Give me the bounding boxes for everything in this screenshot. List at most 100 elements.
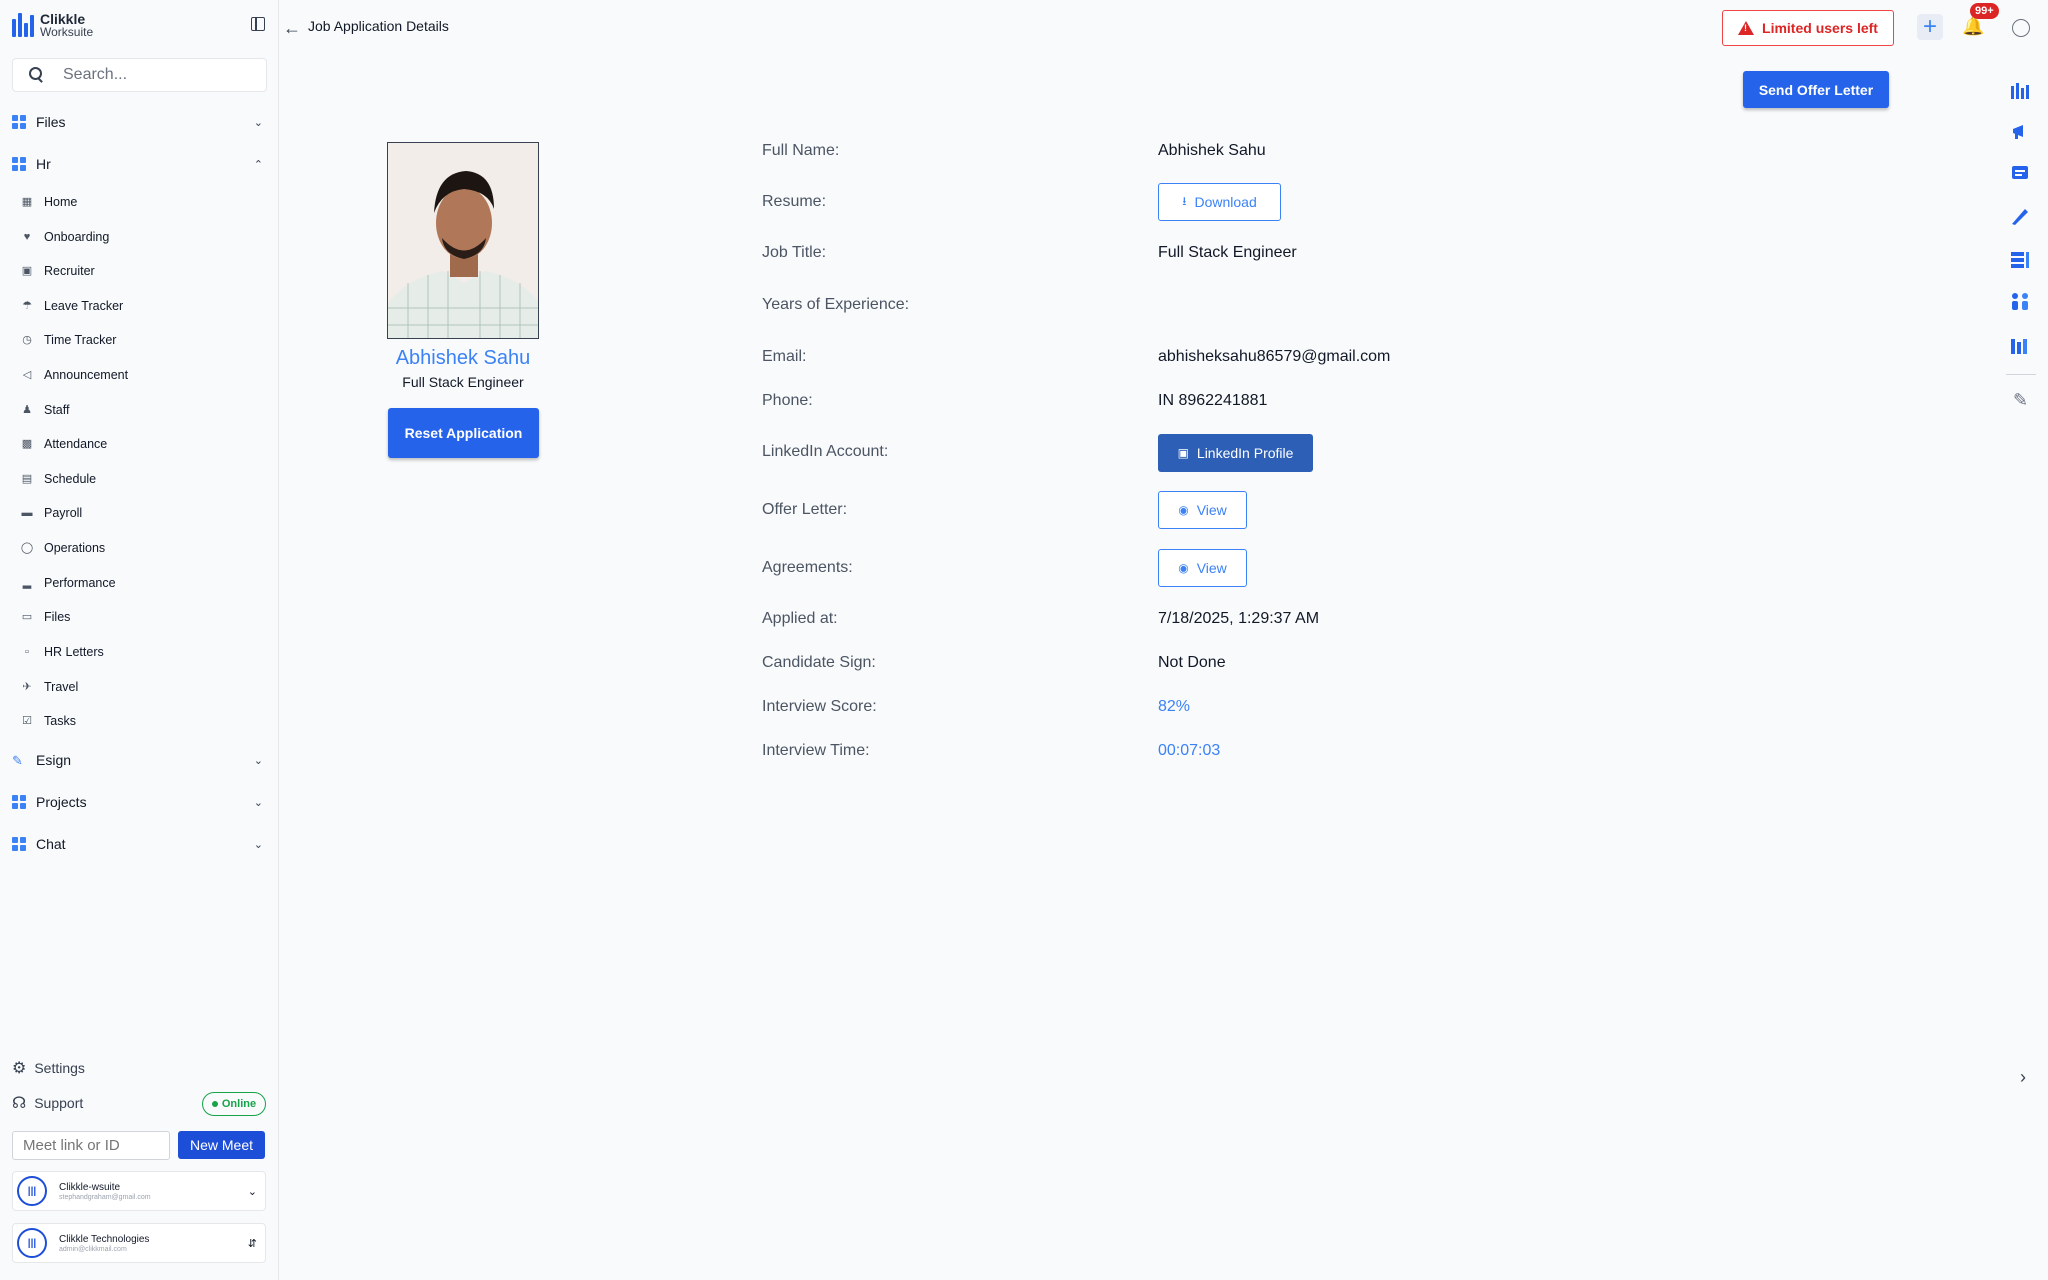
add-button[interactable]: + [1917,13,1943,40]
cycle-icon: ◯ [20,542,34,554]
limited-users-button[interactable]: Limited users left [1722,10,1894,46]
sidebar-section-chat[interactable]: Chat ⌄ [12,829,267,859]
sidebar-item-leave-tracker[interactable]: ☂ Leave Tracker [20,294,123,318]
nav-label: Leave Tracker [44,299,124,313]
sidebar-item-home[interactable]: ▦ Home [20,190,78,214]
nav-label: Home [44,195,78,209]
sidebar-item-performance[interactable]: ▂ Performance [20,571,116,595]
edit-pencil-icon[interactable]: ✎ [2013,390,2028,411]
bell-icon[interactable]: 🔔 [1962,16,1984,37]
sidebar-section-files[interactable]: Files ⌄ [12,107,267,137]
phone-label: Phone: [762,392,813,409]
view-agreements-button[interactable]: ◉ View [1158,549,1247,587]
sidebar-section-esign[interactable]: ✎ Esign ⌄ [12,745,267,775]
download-resume-button[interactable]: ⭳ Download [1158,183,1281,221]
avatar: ||| [17,1176,47,1206]
candidate-sign-label: Candidate Sign: [762,654,876,671]
candidate-photo-image [388,143,538,338]
support-link[interactable]: ☊ Support [12,1093,83,1113]
meet-link-input[interactable] [12,1131,170,1160]
sidebar-item-staff[interactable]: ♟ Staff [20,398,69,422]
eye-icon: ◉ [1178,503,1189,517]
nav-label: Recruiter [44,264,95,278]
esign-app-icon[interactable] [2010,206,2030,226]
search-box [12,58,267,92]
sidebar-item-recruiter[interactable]: ▣ Recruiter [20,259,95,283]
sidebar-item-operations[interactable]: ◯ Operations [20,536,105,560]
nav-label: Announcement [44,368,129,382]
chat-icon[interactable] [2012,19,2030,37]
view-label: View [1196,502,1227,518]
notification-badge: 99+ [1970,3,1999,19]
search-input[interactable] [63,66,243,84]
files-app-icon[interactable] [2010,250,2030,270]
settings-link[interactable]: ⚙ Settings [12,1058,85,1078]
files-icon [12,115,26,129]
section-label: Files [36,114,66,130]
interview-time-label: Interview Time: [762,742,870,759]
nav-label: Attendance [44,437,108,451]
account-switcher-1[interactable]: ||| Clikkle-wsuite stephandgraham@gmail.… [12,1171,266,1211]
file-icon: ▭ [21,611,33,623]
full-name-label: Full Name: [762,142,840,159]
chevron-down-icon: ⌄ [253,754,263,767]
sidebar-item-announcement[interactable]: ◁ Announcement [20,363,128,387]
sidebar-section-projects[interactable]: Projects ⌄ [12,787,267,817]
sidebar-section-hr[interactable]: Hr ⌃ [12,149,267,179]
experience-label: Years of Experience: [762,296,910,313]
back-arrow-icon[interactable]: ← [283,18,301,39]
full-name-value: Abhishek Sahu [1158,142,1266,159]
applied-at-label: Applied at: [762,610,838,627]
account-email: stephandgraham@gmail.com [59,1194,151,1201]
announcement-app-icon[interactable] [2010,122,2030,142]
account-name: Clikkle Technologies [59,1234,150,1245]
sidebar-item-travel[interactable]: ✈ Travel [20,675,78,699]
status-dot-icon [211,1101,218,1107]
view-label: View [1196,560,1227,576]
nav-label: Payroll [44,506,83,520]
chevron-down-icon: ⌄ [247,1185,257,1198]
calendar-icon: ▤ [21,473,33,485]
candidate-role: Full Stack Engineer [402,374,524,390]
applied-at-value: 7/18/2025, 1:29:37 AM [1158,610,1320,627]
offer-letter-label: Offer Letter: [762,501,848,518]
account-switcher-2[interactable]: ||| Clikkle Technologies admin@clikkmail… [12,1223,266,1263]
sidebar-item-onboarding[interactable]: ♥ Onboarding [20,225,110,249]
sidebar-item-payroll[interactable]: ▬ Payroll [20,501,83,525]
job-title-label: Job Title: [762,244,827,261]
interview-score-value[interactable]: 82% [1158,698,1190,716]
nav-label: Files [44,610,71,624]
view-offer-letter-button[interactable]: ◉ View [1158,491,1247,529]
chat-app-icon[interactable] [2010,164,2030,184]
grid-icon: ▦ [21,196,33,208]
interview-time-value[interactable]: 00:07:03 [1158,742,1220,760]
sidebar-item-attendance[interactable]: ▩ Attendance [20,432,107,456]
app-logo[interactable]: Clikkle Worksuite [12,12,93,38]
new-meet-button[interactable]: New Meet [178,1131,265,1159]
hr-icon [12,157,26,171]
worksuite-app-icon[interactable] [2010,81,2030,101]
agreements-label: Agreements: [762,559,853,576]
sidebar-item-files[interactable]: ▭ Files [20,605,71,629]
people-icon: ♟ [22,404,32,416]
nav-label: Schedule [44,472,97,486]
sidebar-item-tasks[interactable]: ☑ Tasks [20,709,76,733]
linkedin-profile-button[interactable]: ▣ LinkedIn Profile [1158,434,1313,472]
sidebar-item-schedule[interactable]: ▤ Schedule [20,467,96,491]
sidebar-item-time-tracker[interactable]: ◷ Time Tracker [20,328,116,352]
sidebar-item-hr-letters[interactable]: ▫ HR Letters [20,640,104,664]
send-offer-letter-button[interactable]: Send Offer Letter [1743,71,1889,108]
linkedin-label: LinkedIn Account: [762,443,889,460]
logo-icon [12,13,34,37]
nav-label: HR Letters [44,645,104,659]
logo-line2: Worksuite [40,25,94,39]
projects-app-icon[interactable] [2010,336,2030,356]
hr-app-icon[interactable] [2010,292,2030,312]
sidebar-toggle-icon[interactable] [251,17,265,31]
nav-label: Time Tracker [44,333,117,347]
nav-label: Staff [44,403,70,417]
email-value: abhisheksahu86579@gmail.com [1158,348,1391,365]
reset-application-button[interactable]: Reset Application [388,408,539,458]
chevron-right-icon[interactable]: › [2020,1067,2026,1088]
nav-label: Onboarding [44,230,110,244]
